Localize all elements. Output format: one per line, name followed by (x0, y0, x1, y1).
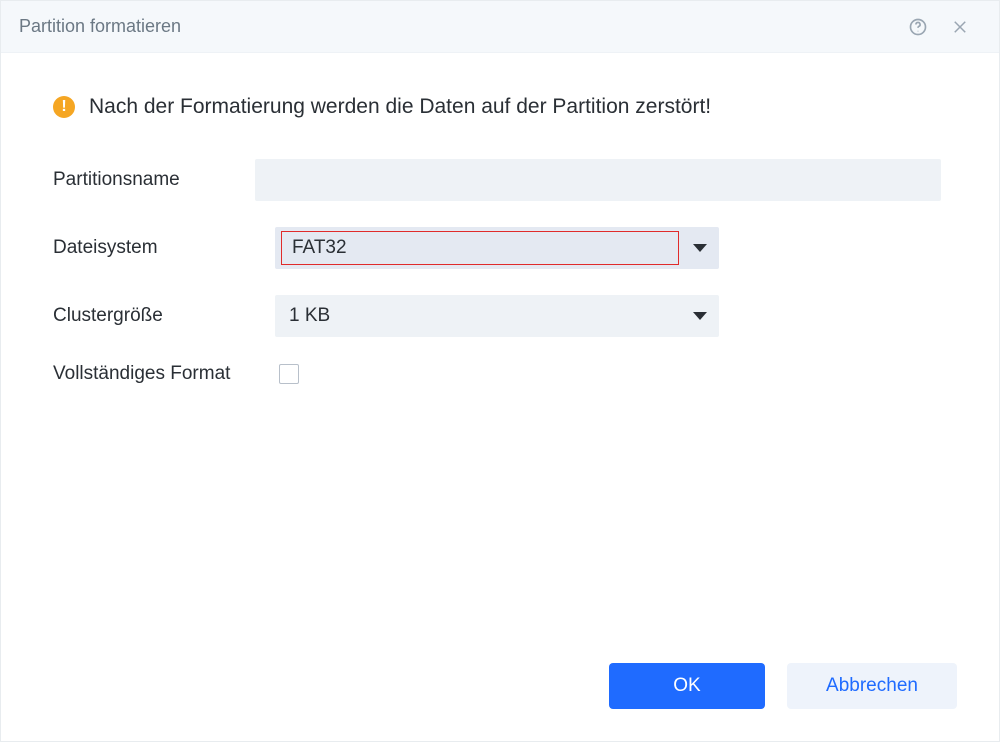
filesystem-label: Dateisystem (53, 237, 275, 259)
full-format-checkbox[interactable] (279, 364, 299, 384)
chevron-down-icon (693, 244, 707, 252)
full-format-row: Vollständiges Format (53, 363, 941, 385)
full-format-label: Vollständiges Format (53, 363, 275, 385)
help-button[interactable] (897, 6, 939, 48)
chevron-down-icon (693, 312, 707, 320)
filesystem-value: FAT32 (292, 237, 668, 259)
cancel-button[interactable]: Abbrechen (787, 663, 957, 709)
titlebar: Partition formatieren (1, 1, 999, 53)
partition-name-input[interactable] (255, 159, 941, 201)
dialog-window: Partition formatieren ! Nach der Formati… (0, 0, 1000, 742)
cluster-size-label: Clustergröße (53, 305, 275, 327)
warning-row: ! Nach der Formatierung werden die Daten… (53, 95, 941, 119)
dialog-footer: OK Abbrechen (1, 649, 999, 741)
warning-text: Nach der Formatierung werden die Daten a… (89, 95, 711, 119)
filesystem-select[interactable]: FAT32 (275, 227, 719, 269)
help-icon (908, 17, 928, 37)
filesystem-row: Dateisystem FAT32 (53, 227, 941, 269)
ok-button[interactable]: OK (609, 663, 765, 709)
content-area: ! Nach der Formatierung werden die Daten… (1, 53, 999, 649)
close-icon (951, 18, 969, 36)
window-title: Partition formatieren (19, 16, 897, 37)
partition-name-row: Partitionsname (53, 159, 941, 201)
cluster-size-value: 1 KB (289, 305, 705, 327)
cluster-size-row: Clustergröße 1 KB (53, 295, 941, 337)
cluster-size-select[interactable]: 1 KB (275, 295, 719, 337)
partition-name-label: Partitionsname (53, 169, 255, 191)
warning-icon: ! (53, 96, 75, 118)
close-button[interactable] (939, 6, 981, 48)
